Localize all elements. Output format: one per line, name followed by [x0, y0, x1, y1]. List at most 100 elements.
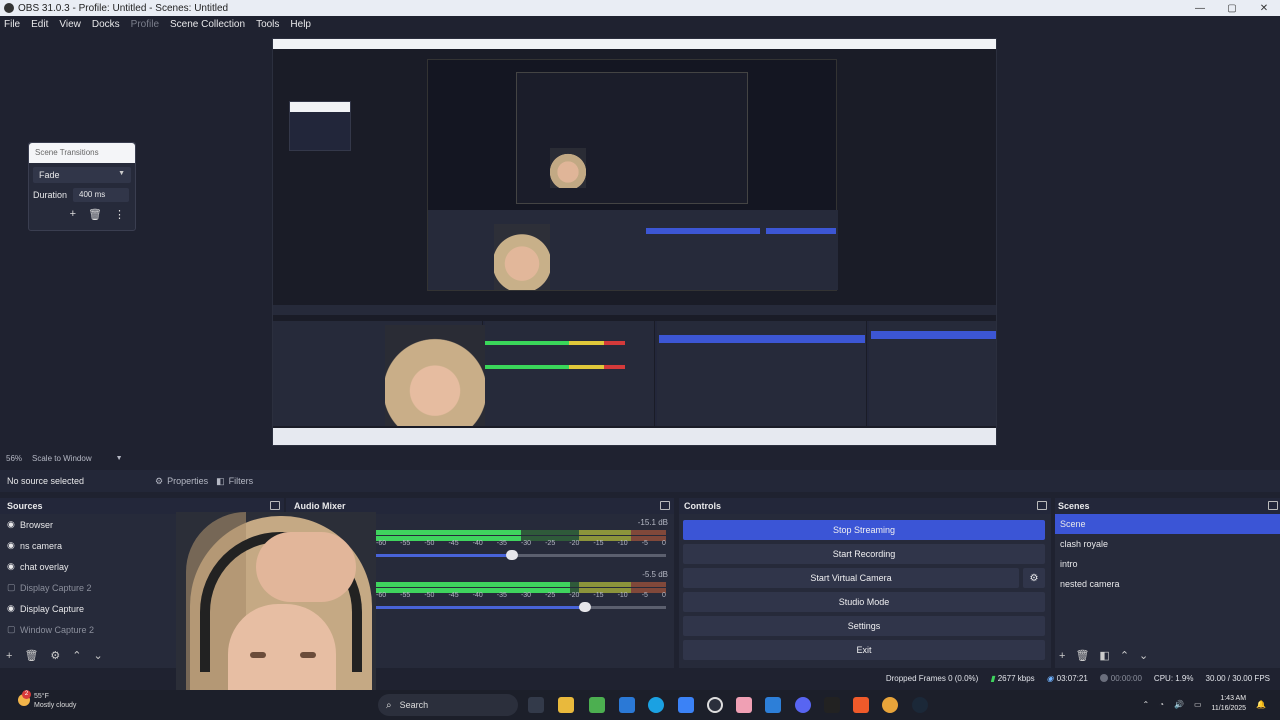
close-button[interactable]: ✕: [1248, 0, 1280, 16]
scene-item[interactable]: intro: [1055, 554, 1280, 574]
menu-tools[interactable]: Tools: [256, 19, 279, 30]
undock-icon[interactable]: [270, 501, 280, 510]
epic-icon[interactable]: [824, 697, 840, 713]
weather-temp: 55°F: [34, 693, 49, 700]
calculator-icon[interactable]: [678, 697, 694, 713]
slider-knob[interactable]: [578, 602, 591, 612]
volume-icon[interactable]: 🔊: [1174, 700, 1184, 709]
gear-icon[interactable]: ⚙: [50, 649, 60, 662]
preview-canvas[interactable]: [272, 38, 997, 446]
clock-date: 11/16/2025: [1211, 705, 1247, 712]
menu-docks[interactable]: Docks: [92, 19, 120, 30]
tick-label: -45: [448, 540, 459, 547]
menu-help[interactable]: Help: [290, 19, 311, 30]
tick-label: -50: [424, 540, 435, 547]
controls-title: Controls: [684, 501, 721, 511]
nested-webcam-small: [550, 148, 586, 188]
move-up-icon[interactable]: ⌃: [1120, 649, 1129, 662]
scene-item[interactable]: Scene: [1055, 514, 1280, 534]
obs-icon[interactable]: [707, 697, 723, 713]
menu-edit[interactable]: Edit: [31, 19, 48, 30]
start-recording-button[interactable]: Start Recording: [683, 544, 1045, 564]
hidden-eye-icon[interactable]: ▢: [7, 624, 17, 635]
filter-icon[interactable]: ◧: [1099, 649, 1109, 662]
transition-select[interactable]: Fade ▼: [33, 167, 131, 183]
clock[interactable]: 1:43 AM 11/16/2025: [1212, 694, 1247, 714]
discord-icon[interactable]: [795, 697, 811, 713]
source-label: Browser: [20, 519, 54, 530]
trash-icon[interactable]: 🗑: [1075, 649, 1089, 662]
search-icon: ⌕: [386, 699, 392, 711]
add-transition-icon[interactable]: +: [70, 208, 76, 221]
nested-stop-streaming: [646, 228, 760, 234]
taskbar-search[interactable]: ⌕ Search: [378, 694, 518, 716]
chevron-down-icon[interactable]: ▼: [116, 455, 123, 462]
menu-view[interactable]: View: [59, 19, 81, 30]
tick-label: -25: [545, 540, 556, 547]
maximize-button[interactable]: ▢: [1216, 0, 1248, 16]
trash-icon[interactable]: 🗑: [88, 208, 102, 221]
properties-button[interactable]: ⚙ Properties: [155, 476, 208, 487]
slider-knob[interactable]: [506, 550, 519, 560]
volume-slider[interactable]: [376, 602, 666, 612]
start-virtual-camera-button[interactable]: Start Virtual Camera: [683, 568, 1019, 588]
scene-item[interactable]: nested camera: [1055, 574, 1280, 594]
wifi-icon[interactable]: ◔: [1159, 700, 1164, 709]
preview-area[interactable]: Scene Transitions Fade ▼ Duration 400 ms…: [0, 32, 1280, 450]
notifications-icon[interactable]: 🔔: [1256, 700, 1266, 709]
trash-icon[interactable]: 🗑: [24, 649, 38, 662]
move-up-icon[interactable]: ⌃: [72, 649, 81, 662]
add-scene-icon[interactable]: +: [1059, 650, 1065, 662]
no-source-label: No source selected: [7, 476, 85, 486]
undock-icon[interactable]: [1037, 501, 1047, 510]
tick-label: -45: [448, 592, 459, 599]
folder-icon[interactable]: [558, 697, 574, 713]
vscode-icon[interactable]: [765, 697, 781, 713]
volume-slider[interactable]: [376, 550, 666, 560]
menu-scene-collection[interactable]: Scene Collection: [170, 19, 245, 30]
edge-icon[interactable]: [648, 697, 664, 713]
eye-icon[interactable]: ◉: [7, 540, 17, 551]
menu-file[interactable]: File: [4, 19, 20, 30]
eye-icon[interactable]: ◉: [7, 561, 17, 572]
duration-field[interactable]: 400 ms: [73, 188, 129, 202]
store-icon[interactable]: [619, 697, 635, 713]
weather-widget[interactable]: 2 55°F Mostly cloudy: [18, 690, 76, 710]
filter-icon: ◧: [216, 475, 225, 486]
more-options-icon[interactable]: ⋮: [114, 208, 125, 221]
add-source-icon[interactable]: +: [6, 650, 12, 662]
scene-item[interactable]: clash royale: [1055, 534, 1280, 554]
minimize-button[interactable]: —: [1184, 0, 1216, 16]
tick-label: -20: [569, 540, 580, 547]
undock-icon[interactable]: [1268, 501, 1278, 510]
studio-mode-button[interactable]: Studio Mode: [683, 592, 1045, 612]
nested-meter-2: [485, 365, 625, 369]
chevron-up-icon[interactable]: ⌃: [1142, 700, 1149, 709]
brave-icon[interactable]: [853, 697, 869, 713]
move-down-icon[interactable]: ⌄: [94, 649, 103, 662]
exit-button[interactable]: Exit: [683, 640, 1045, 660]
xbox-icon[interactable]: [589, 697, 605, 713]
settings-button[interactable]: Settings: [683, 616, 1045, 636]
zoom-mode[interactable]: Scale to Window: [32, 454, 92, 463]
gear-icon: ⚙: [155, 475, 164, 486]
app-icon[interactable]: [736, 697, 752, 713]
eye-icon[interactable]: ◉: [7, 603, 17, 614]
move-down-icon[interactable]: ⌄: [1139, 649, 1148, 662]
db-readout: -15.1 dB: [637, 518, 668, 527]
source-label: Display Capture 2: [20, 582, 92, 593]
filters-button[interactable]: ◧ Filters: [216, 476, 253, 487]
virtual-camera-settings-button[interactable]: ⚙: [1023, 568, 1045, 588]
file-explorer-icon[interactable]: [528, 697, 544, 713]
hidden-eye-icon[interactable]: ▢: [7, 582, 17, 593]
nested-context-bar: [273, 305, 996, 315]
stop-streaming-button[interactable]: Stop Streaming: [683, 520, 1045, 540]
battery-icon[interactable]: ▭: [1194, 700, 1202, 709]
tick-label: -55: [400, 540, 411, 547]
menu-profile[interactable]: Profile: [131, 19, 159, 30]
game-icon[interactable]: [882, 697, 898, 713]
steam-icon[interactable]: [912, 697, 928, 713]
undock-icon[interactable]: [660, 501, 670, 510]
eye-icon[interactable]: ◉: [7, 519, 17, 530]
volume-meter: [376, 582, 666, 587]
